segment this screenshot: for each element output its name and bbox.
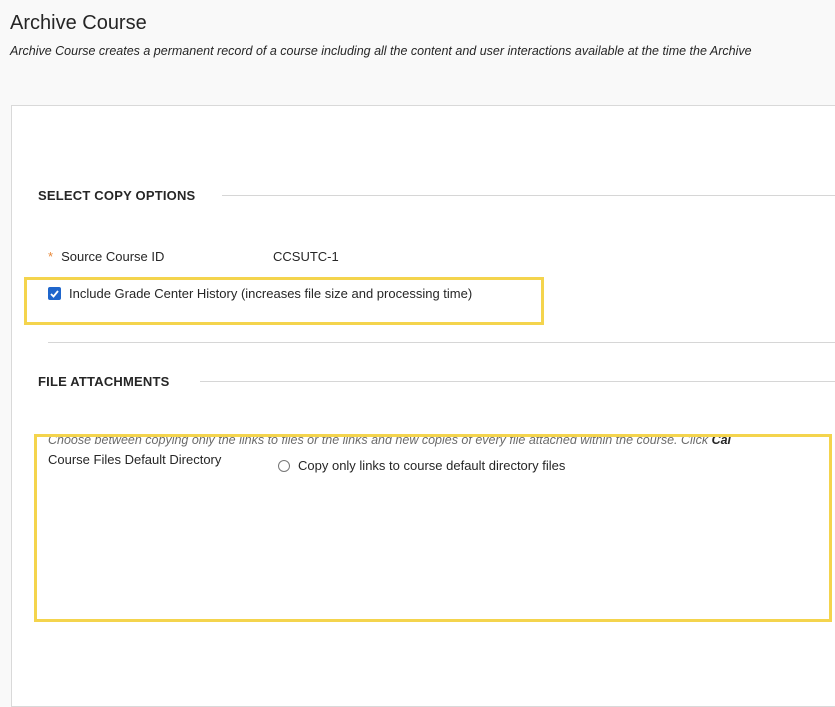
page-title: Archive Course xyxy=(10,12,147,34)
grade-history-option[interactable]: Include Grade Center History (increases … xyxy=(48,286,472,301)
section-divider xyxy=(200,381,835,382)
option-label: Copy only links to course default direct… xyxy=(298,458,566,473)
section-divider xyxy=(48,342,835,343)
highlight-grade-history xyxy=(24,277,544,325)
grade-history-checkbox[interactable] xyxy=(48,287,61,300)
select-copy-options-heading: SELECT COPY OPTIONS xyxy=(38,188,196,203)
radio-button[interactable] xyxy=(278,459,290,472)
file-attachments-heading: FILE ATTACHMENTS xyxy=(38,374,170,389)
source-course-label: Source Course ID xyxy=(61,249,165,264)
grade-history-label: Include Grade Center History (increases … xyxy=(69,286,473,301)
page-description: Archive Course creates a permanent recor… xyxy=(10,44,752,58)
course-files-option-links[interactable]: Copy only links to course default direct… xyxy=(278,458,565,473)
required-icon: * xyxy=(48,249,54,264)
source-course-value: CCSUTC-1 xyxy=(273,249,339,264)
section-divider xyxy=(222,195,835,196)
source-course-row: * Source Course ID xyxy=(48,249,164,264)
course-files-label: Course Files Default Directory xyxy=(48,452,222,467)
